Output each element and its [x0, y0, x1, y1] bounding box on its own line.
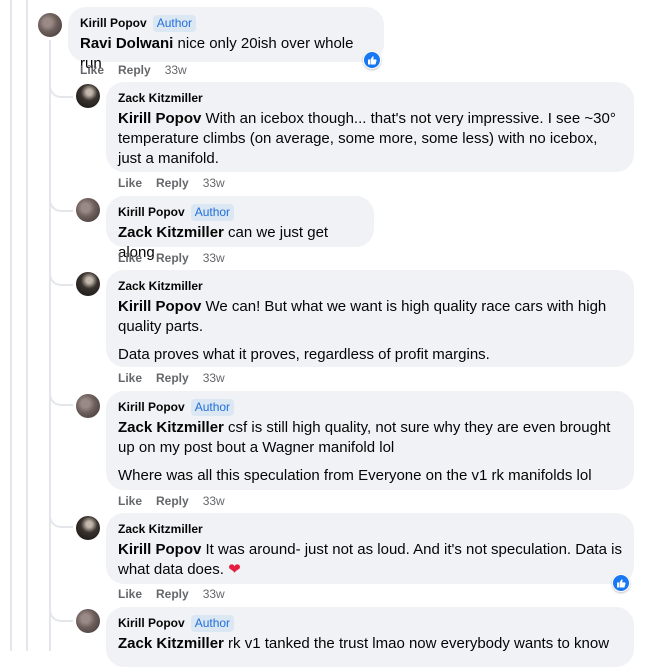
comment-author[interactable]: Kirill Popov — [118, 616, 185, 630]
mention[interactable]: Kirill Popov — [118, 110, 201, 127]
thread-connector — [49, 266, 73, 286]
comment-bubble: Zack Kitzmiller Kirill Popov With an ice… — [106, 82, 634, 172]
like-button[interactable]: Like — [118, 371, 142, 385]
author-badge: Author — [190, 398, 235, 416]
comment-bubble: Kirill Popov Author Zack Kitzmiller rk v… — [106, 607, 634, 667]
author-badge: Author — [152, 14, 197, 32]
comment-bubble: Kirill Popov Author Zack Kitzmiller can … — [106, 196, 374, 261]
like-button[interactable]: Like — [118, 494, 142, 508]
like-icon — [613, 575, 629, 591]
mention[interactable]: Zack Kitzmiller — [118, 635, 224, 652]
author-badge: Author — [190, 614, 235, 632]
timestamp[interactable]: 33w — [203, 494, 225, 508]
author-badge: Author — [190, 203, 235, 221]
comment-author[interactable]: Zack Kitzmiller — [118, 91, 203, 105]
comment-author[interactable]: Zack Kitzmiller — [118, 279, 203, 293]
comment-actions: Like Reply 33w — [118, 494, 225, 508]
thread-connector — [49, 192, 73, 212]
timestamp[interactable]: 33w — [203, 371, 225, 385]
mention[interactable]: Ravi Dolwani — [80, 35, 173, 52]
timestamp[interactable]: 33w — [203, 251, 225, 265]
comment-bubble: Zack Kitzmiller Kirill Popov It was arou… — [106, 513, 634, 584]
comment-text: Kirill Popov With an icebox though... th… — [118, 110, 616, 167]
reply-button[interactable]: Reply — [156, 371, 189, 385]
mention[interactable]: Kirill Popov — [118, 298, 201, 315]
thread-line — [49, 40, 51, 651]
thread-connector — [49, 508, 73, 528]
comment-author[interactable]: Zack Kitzmiller — [118, 522, 203, 536]
comment-author[interactable]: Kirill Popov — [80, 16, 147, 30]
like-button[interactable]: Like — [80, 63, 104, 77]
avatar[interactable] — [76, 516, 100, 540]
comment-actions: Like Reply 33w — [80, 63, 187, 77]
comment-bubble: Kirill Popov Author Zack Kitzmiller csf … — [106, 391, 634, 490]
like-button[interactable]: Like — [118, 587, 142, 601]
comment-text: Kirill Popov It was around- just not as … — [118, 541, 622, 578]
heart-emoji-icon: ❤ — [228, 561, 241, 578]
avatar[interactable] — [76, 84, 100, 108]
comment-text: Zack Kitzmiller rk v1 tanked the trust l… — [118, 635, 610, 652]
comment-author[interactable]: Kirill Popov — [118, 400, 185, 414]
comment-text: Kirill Popov We can! But what we want is… — [118, 298, 607, 363]
reply-button[interactable]: Reply — [156, 587, 189, 601]
comment-actions: Like Reply 33w — [118, 251, 225, 265]
mention[interactable]: Zack Kitzmiller — [118, 224, 224, 241]
reply-button[interactable]: Reply — [118, 63, 151, 77]
avatar[interactable] — [76, 609, 100, 633]
avatar[interactable] — [76, 272, 100, 296]
avatar[interactable] — [76, 394, 100, 418]
avatar[interactable] — [38, 13, 62, 37]
like-button[interactable]: Like — [118, 251, 142, 265]
mention[interactable]: Kirill Popov — [118, 541, 201, 558]
avatar[interactable] — [76, 198, 100, 222]
reaction-badge[interactable] — [363, 51, 381, 69]
timestamp[interactable]: 33w — [203, 176, 225, 190]
thread-line-left-2 — [26, 0, 28, 651]
reply-button[interactable]: Reply — [156, 494, 189, 508]
comment-text: Zack Kitzmiller csf is still high qualit… — [118, 419, 611, 484]
comment-actions: Like Reply 33w — [118, 371, 225, 385]
thread-connector — [49, 386, 73, 406]
mention[interactable]: Zack Kitzmiller — [118, 419, 224, 436]
thread-line-left — [10, 0, 12, 651]
like-icon — [364, 52, 380, 68]
comment-actions: Like Reply 33w — [118, 176, 225, 190]
comment-bubble: Kirill Popov Author Ravi Dolwani nice on… — [68, 7, 384, 72]
thread-connector — [49, 78, 73, 98]
reply-button[interactable]: Reply — [156, 176, 189, 190]
comment-author[interactable]: Kirill Popov — [118, 205, 185, 219]
timestamp[interactable]: 33w — [165, 63, 187, 77]
reply-button[interactable]: Reply — [156, 251, 189, 265]
comment-bubble: Zack Kitzmiller Kirill Popov We can! But… — [106, 270, 634, 367]
comment-actions: Like Reply 33w — [118, 587, 225, 601]
reaction-badge[interactable] — [612, 574, 630, 592]
timestamp[interactable]: 33w — [203, 587, 225, 601]
thread-connector — [49, 602, 73, 622]
like-button[interactable]: Like — [118, 176, 142, 190]
